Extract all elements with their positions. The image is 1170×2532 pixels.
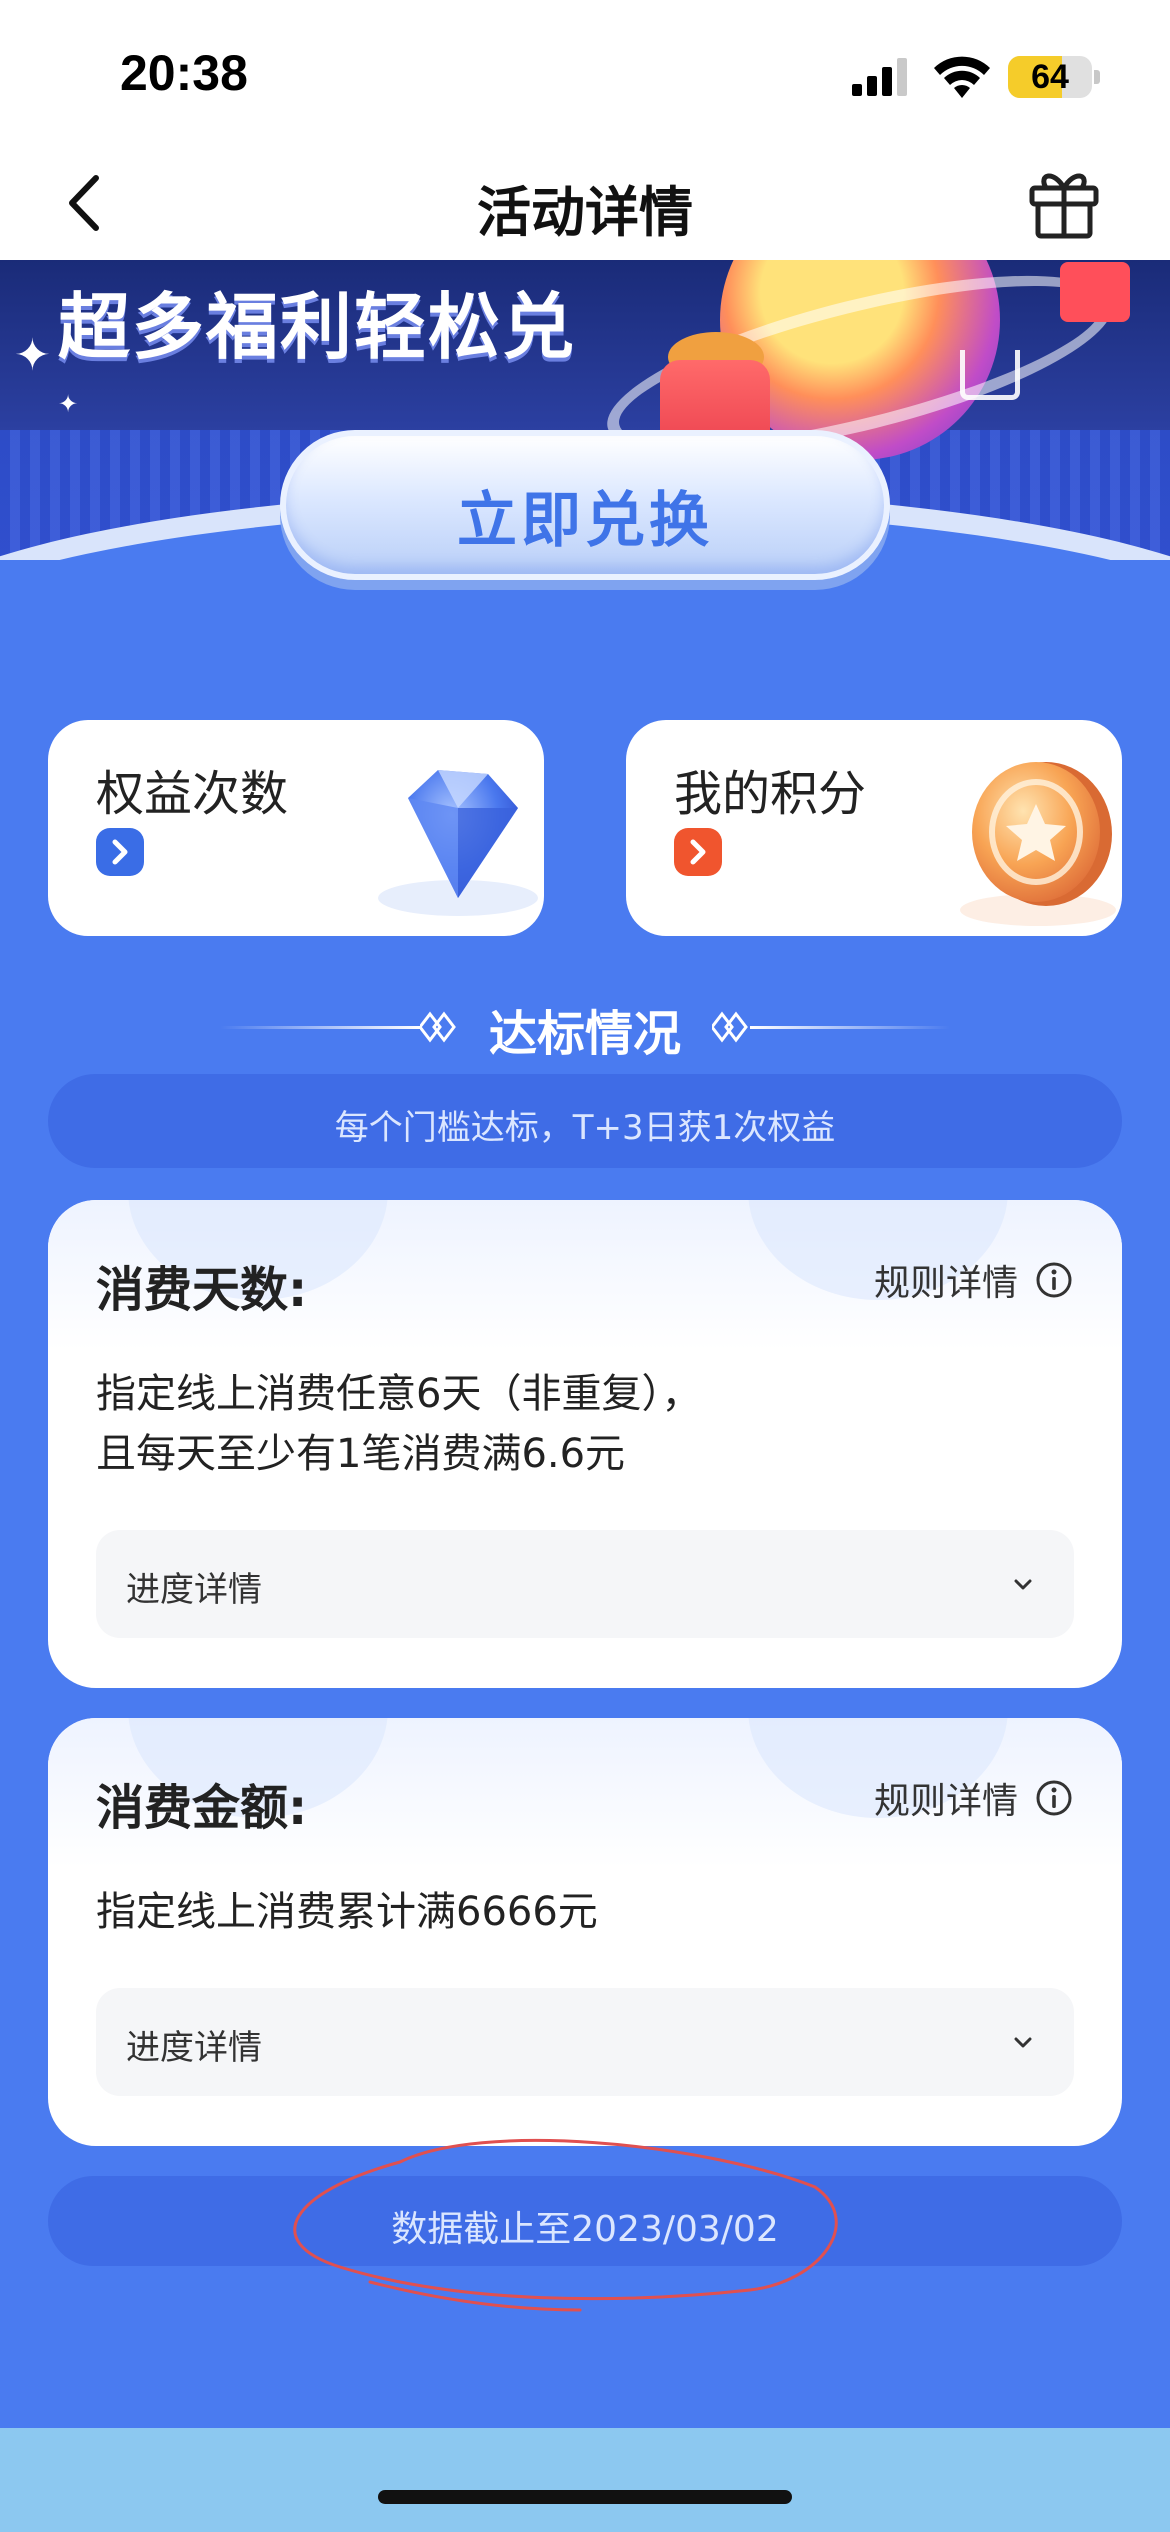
- rules-detail-link[interactable]: 规则详情: [874, 1254, 1018, 1306]
- chevron-down-icon: [1014, 1579, 1032, 1590]
- rules-detail-link[interactable]: 规则详情: [874, 1772, 1018, 1824]
- coin-icon: [960, 762, 1116, 926]
- page-title: 活动详情: [477, 181, 693, 244]
- red-annotation-circle: [293, 2138, 838, 2312]
- exchange-now-label: 立即兑换: [457, 486, 713, 556]
- card-description: 指定线上消费任意6天（非重复）， 且每天至少有1笔消费满6.6元: [96, 1364, 701, 1484]
- status-time: 20:38: [120, 45, 248, 101]
- status-bar: 20:38 64: [0, 0, 1170, 140]
- desc-line: 指定线上消费任意6天（非重复），: [96, 1371, 702, 1417]
- desc-line: 指定线上消费累计满6666元: [96, 1889, 598, 1935]
- progress-detail-label: 进度详情: [126, 1570, 262, 1610]
- benefit-count-label: 权益次数: [96, 766, 289, 822]
- chevron-right-icon: [674, 828, 722, 876]
- desc-line: 且每天至少有1笔消费满6.6元: [96, 1431, 626, 1477]
- bottom-band: [0, 2428, 1170, 2532]
- link-deco-icon: [712, 1011, 748, 1043]
- card-title: 消费天数:: [96, 1262, 308, 1318]
- wifi-icon: [934, 56, 990, 98]
- gift-box-illustration: [1060, 262, 1130, 322]
- nav-bar: 活动详情: [0, 140, 1170, 260]
- info-icon[interactable]: [1034, 1778, 1074, 1818]
- card-description: 指定线上消费累计满6666元: [96, 1882, 598, 1942]
- notice-text: 每个门槛达标，T+3日获1次权益: [334, 1108, 836, 1148]
- notice-banner: 每个门槛达标，T+3日获1次权益: [48, 1074, 1122, 1168]
- chevron-right-icon: [96, 828, 144, 876]
- chevron-down-icon: [1014, 2037, 1032, 2048]
- sparkle-icon: ✦: [58, 390, 79, 418]
- gift-icon[interactable]: [1024, 162, 1104, 242]
- task-card-consume-days: 消费天数: 规则详情 指定线上消费任意6天（非重复）， 且每天至少有1笔消费满6…: [48, 1200, 1122, 1688]
- sparkle-icon: ✦: [14, 330, 51, 381]
- exchange-now-button[interactable]: 立即兑换: [280, 430, 890, 580]
- benefit-count-card[interactable]: 权益次数: [48, 720, 544, 936]
- home-indicator[interactable]: [378, 2490, 792, 2504]
- battery-icon: 64: [1008, 56, 1092, 98]
- my-points-card[interactable]: 我的积分: [626, 720, 1122, 936]
- section-title: 达标情况: [488, 1006, 681, 1062]
- my-points-label: 我的积分: [674, 766, 867, 822]
- progress-detail-label: 进度详情: [126, 2028, 262, 2068]
- battery-level: 64: [1031, 58, 1069, 96]
- signal-icon: [852, 58, 907, 96]
- heading-line-right: [750, 1026, 950, 1029]
- card-title: 消费金额:: [96, 1780, 308, 1836]
- cart-illustration: [960, 350, 1020, 400]
- battery-tip: [1094, 70, 1100, 84]
- banner-headline: 超多福利轻松兑: [58, 285, 577, 369]
- task-card-consume-amount: 消费金额: 规则详情 指定线上消费累计满6666元 进度详情: [48, 1718, 1122, 2146]
- info-icon[interactable]: [1034, 1260, 1074, 1300]
- progress-detail-dropdown[interactable]: 进度详情: [96, 1988, 1074, 2096]
- section-heading: 达标情况: [0, 990, 1170, 1062]
- progress-detail-dropdown[interactable]: 进度详情: [96, 1530, 1074, 1638]
- diamond-icon: [378, 770, 538, 916]
